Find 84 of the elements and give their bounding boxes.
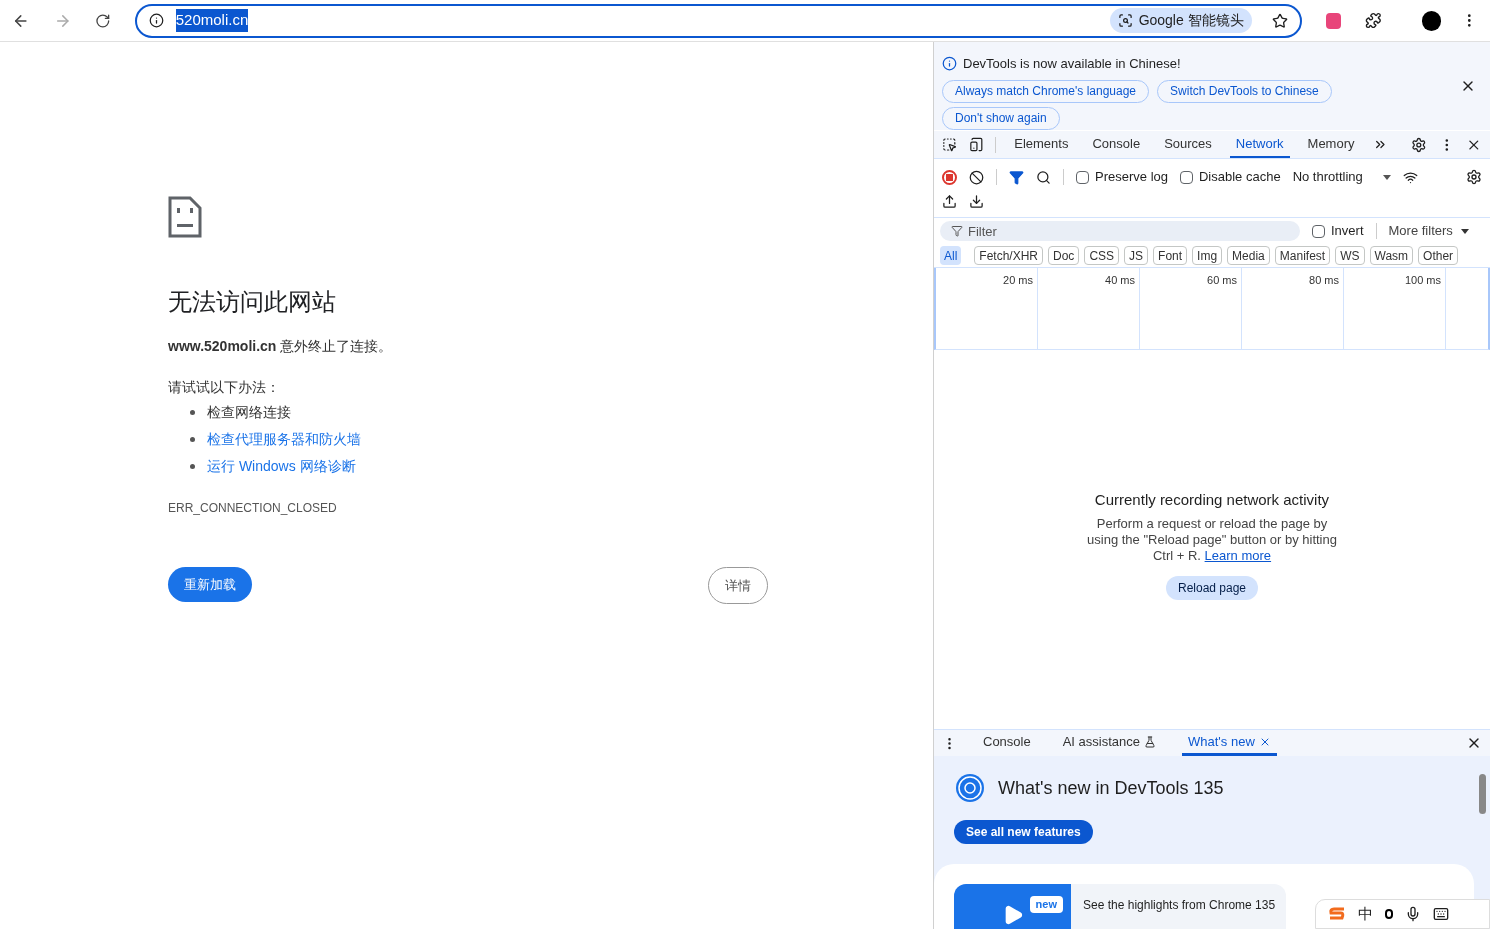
devtools-tab[interactable]: Network bbox=[1229, 131, 1290, 158]
more-filters-dropdown[interactable]: More filters bbox=[1388, 221, 1469, 241]
checkbox[interactable] bbox=[1180, 170, 1193, 184]
type-filter-chip[interactable]: Img bbox=[1192, 246, 1223, 265]
timeline-tick-label: 20 ms bbox=[1003, 274, 1033, 286]
filter-icon[interactable] bbox=[1009, 169, 1024, 185]
type-filter-chip[interactable]: CSS bbox=[1084, 246, 1120, 265]
checkbox[interactable] bbox=[1312, 224, 1325, 238]
devtools-tab[interactable]: Memory bbox=[1301, 131, 1361, 158]
type-filter-chip[interactable]: Media bbox=[1227, 246, 1270, 265]
network-conditions-icon[interactable] bbox=[1402, 169, 1418, 185]
checkbox-label: Preserve log bbox=[1095, 168, 1168, 187]
devtools-tab[interactable]: Console bbox=[1086, 131, 1147, 158]
url-text: 520moli.cn bbox=[175, 9, 249, 32]
empty-state-text: Perform a request or reload the page by using the "Reload page" button or by hitting Ctrl + R. Learn more bbox=[1086, 515, 1338, 564]
bullet-icon bbox=[190, 464, 195, 469]
info-icon bbox=[942, 56, 957, 72]
drawer-tab[interactable]: Console bbox=[977, 730, 1037, 756]
suggestions-heading: 请试试以下办法： bbox=[168, 378, 281, 397]
import-icon[interactable] bbox=[942, 193, 957, 209]
search-icon[interactable] bbox=[1036, 169, 1051, 185]
timeline-tick-label: 100 ms bbox=[1404, 274, 1441, 286]
checkbox-label: Disable cache bbox=[1199, 168, 1281, 187]
suggestion-text: 检查网络连接 bbox=[207, 403, 291, 422]
error-title: 无法访问此网站 bbox=[168, 287, 337, 317]
checkbox[interactable] bbox=[1076, 170, 1089, 184]
throttling-dropdown[interactable]: No throttling bbox=[1292, 167, 1391, 187]
devtools-tab[interactable]: Elements bbox=[1008, 131, 1075, 158]
timeline-tick-label: 80 ms bbox=[1309, 274, 1339, 286]
lens-icon bbox=[1117, 13, 1133, 28]
reload-page-button[interactable]: Reload page bbox=[1165, 575, 1259, 600]
whats-new-title: What's new in DevTools 135 bbox=[998, 776, 1224, 800]
type-filter-chip[interactable]: WS bbox=[1335, 246, 1365, 265]
flask-icon bbox=[1144, 735, 1157, 748]
infobar-message: DevTools is now available in Chinese! bbox=[963, 55, 1181, 73]
empty-state-title: Currently recording network activity bbox=[1094, 490, 1330, 511]
timeline-tick-label: 40 ms bbox=[1105, 274, 1135, 286]
type-filter-chip[interactable]: JS bbox=[1124, 246, 1149, 265]
lens-chip[interactable]: Google 智能镜头 bbox=[1109, 8, 1252, 33]
type-filter-chip[interactable]: Wasm bbox=[1369, 246, 1414, 265]
avatar-icon[interactable] bbox=[1421, 10, 1442, 31]
devtools-tab[interactable]: Sources bbox=[1158, 131, 1218, 158]
scrollbar bbox=[1479, 774, 1486, 814]
bookmark-star-icon[interactable] bbox=[1271, 12, 1288, 29]
settings-icon[interactable] bbox=[1411, 136, 1427, 153]
device-toolbar-icon[interactable] bbox=[968, 137, 984, 152]
punctuation-icon[interactable] bbox=[1385, 909, 1393, 919]
type-filter-chip[interactable]: Doc bbox=[1048, 246, 1080, 265]
record-icon[interactable] bbox=[942, 169, 957, 185]
highlight-card[interactable]: new See the highlights from Chrome 135 bbox=[954, 884, 1286, 929]
type-filter-chip[interactable]: Fetch/XHR bbox=[974, 246, 1044, 265]
suggestion-link[interactable]: 运行 Windows 网络诊断 bbox=[207, 456, 356, 477]
learn-more-link[interactable]: Learn more bbox=[1204, 547, 1272, 563]
card-text: See the highlights from Chrome 135 bbox=[1083, 897, 1276, 914]
suggestion-link[interactable]: 检查代理服务器和防火墙 bbox=[207, 429, 361, 450]
timeline-tick-label: 60 ms bbox=[1207, 274, 1237, 286]
site-info-icon[interactable] bbox=[148, 13, 164, 28]
address-bar[interactable]: 520moli.cn Google 智能镜头 bbox=[134, 3, 1302, 38]
extensions-icon[interactable] bbox=[1365, 12, 1382, 29]
see-all-features-button[interactable]: See all new features bbox=[954, 820, 1093, 844]
clear-icon[interactable] bbox=[969, 169, 984, 185]
type-filter-chip[interactable]: Font bbox=[1153, 246, 1188, 265]
bullet-icon bbox=[190, 410, 195, 415]
error-message: www.520moli.cn 意外终止了连接。 bbox=[168, 337, 394, 356]
bullet-icon bbox=[190, 437, 195, 442]
drawer-tab[interactable]: AI assistance bbox=[1056, 730, 1163, 756]
ime-mode[interactable]: 中 bbox=[1358, 902, 1373, 926]
keyboard-icon[interactable] bbox=[1433, 906, 1449, 922]
type-filter-chip[interactable]: All bbox=[940, 246, 962, 265]
ime-logo-icon[interactable] bbox=[1328, 907, 1346, 921]
new-badge: new bbox=[1029, 896, 1063, 913]
funnel-icon bbox=[951, 225, 963, 237]
error-code: ERR_CONNECTION_CLOSED bbox=[168, 500, 338, 517]
settings-icon[interactable] bbox=[1466, 169, 1482, 185]
sad-page-icon bbox=[168, 196, 202, 238]
checkbox-label: Invert bbox=[1331, 222, 1364, 241]
inspect-icon[interactable] bbox=[942, 137, 957, 152]
type-filter-chip[interactable]: Manifest bbox=[1274, 246, 1331, 265]
microphone-icon[interactable] bbox=[1405, 906, 1421, 922]
reload-icon[interactable] bbox=[95, 12, 111, 29]
reload-button[interactable]: 重新加载 bbox=[168, 567, 252, 602]
filter-field[interactable]: Filter bbox=[940, 221, 1300, 241]
export-icon[interactable] bbox=[969, 193, 984, 209]
type-filter-chip[interactable]: Other bbox=[1418, 246, 1459, 265]
